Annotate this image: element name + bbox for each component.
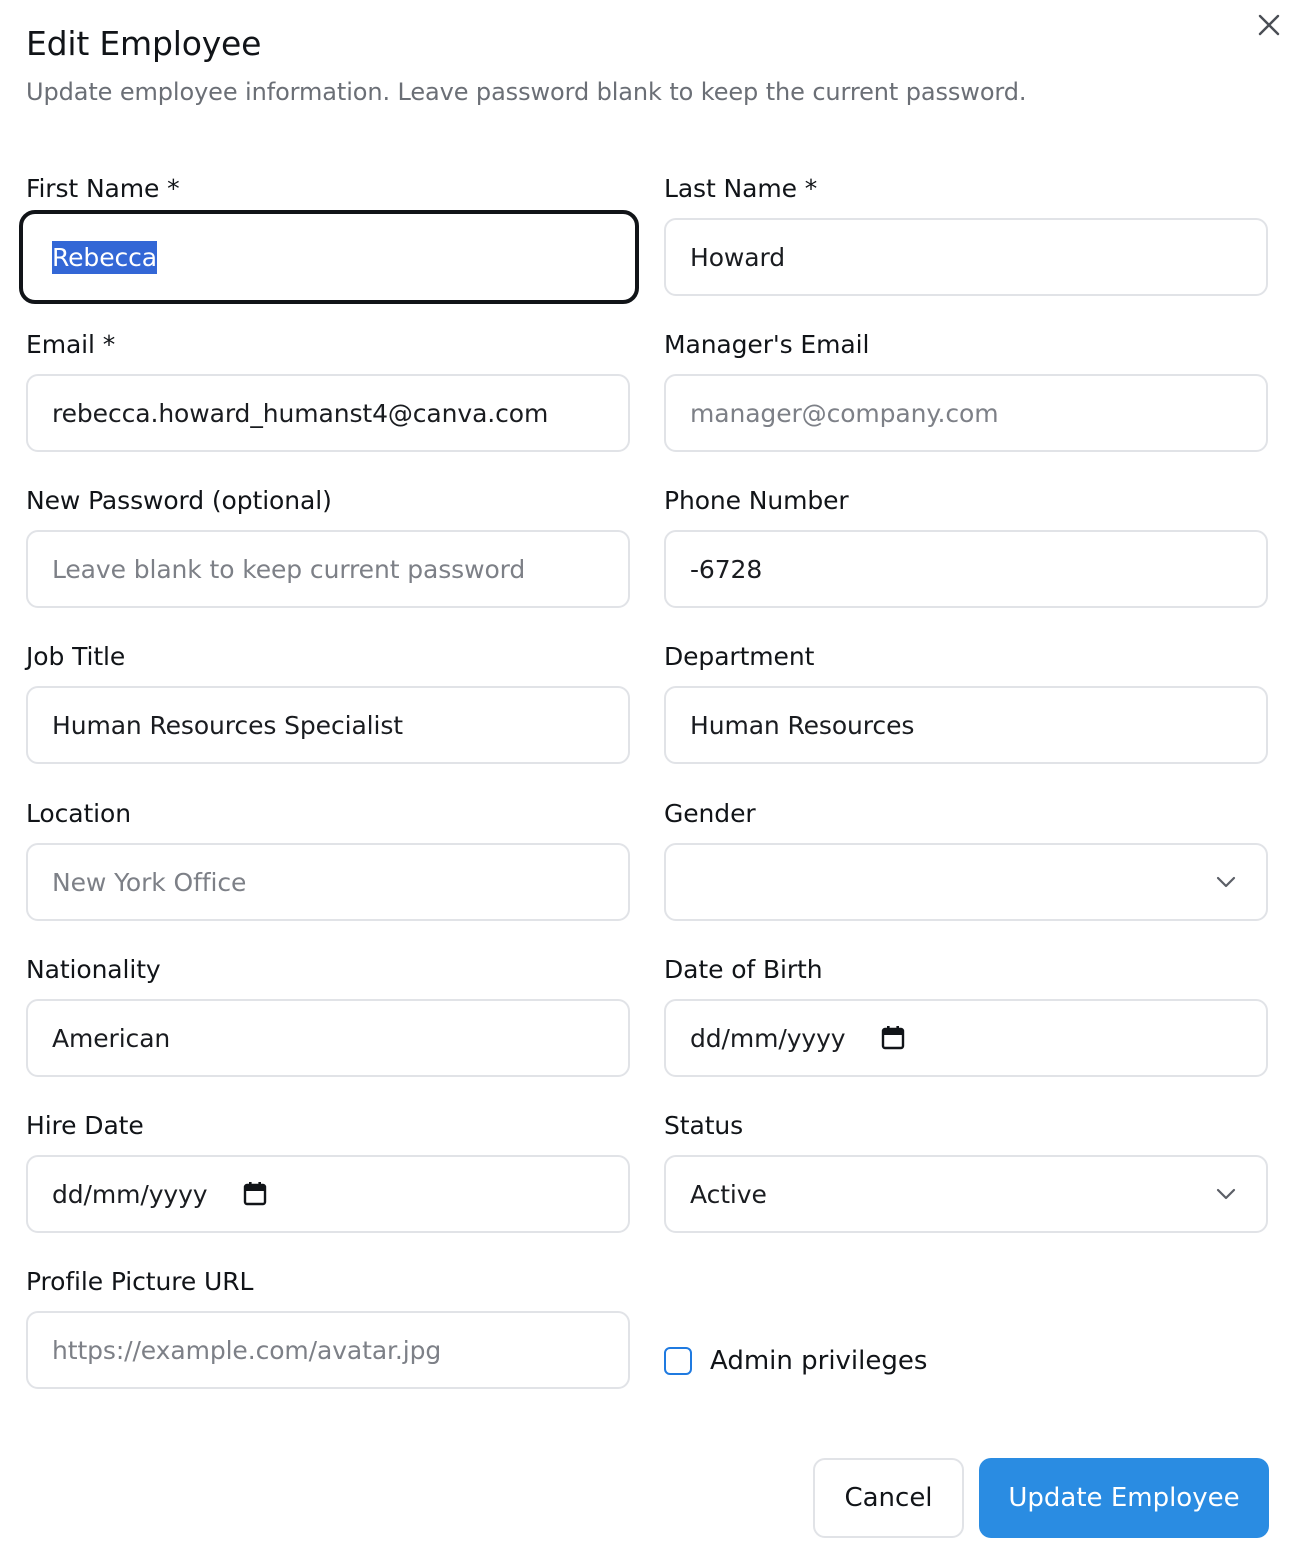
new-password-label: New Password (optional) xyxy=(26,486,332,515)
manager-email-input[interactable]: manager@company.com xyxy=(664,374,1268,452)
first-name-input[interactable]: Rebecca xyxy=(19,210,639,304)
job-title-input[interactable]: Human Resources Specialist xyxy=(26,686,630,764)
job-title-label: Job Title xyxy=(26,642,126,671)
calendar-icon[interactable] xyxy=(881,1025,905,1051)
first-name-field: First Name * Rebecca xyxy=(19,174,639,304)
phone-field: Phone Number -6728 xyxy=(664,486,1270,608)
manager-email-field: Manager's Email manager@company.com xyxy=(664,330,1270,452)
location-placeholder: New York Office xyxy=(52,867,247,897)
chevron-down-icon xyxy=(1216,1188,1236,1200)
last-name-value: Howard xyxy=(690,242,785,272)
close-icon xyxy=(1258,14,1280,36)
chevron-down-icon xyxy=(1216,876,1236,888)
location-label: Location xyxy=(26,799,131,828)
new-password-field: New Password (optional) Leave blank to k… xyxy=(26,486,632,608)
new-password-placeholder: Leave blank to keep current password xyxy=(52,554,526,584)
hire-date-field: Hire Date dd/mm/yyyy xyxy=(26,1111,632,1233)
email-input[interactable]: rebecca.howard_humanst4@canva.com xyxy=(26,374,630,452)
job-title-value: Human Resources Specialist xyxy=(52,710,403,740)
admin-privileges-option[interactable]: Admin privileges xyxy=(664,1346,927,1376)
hire-date-label: Hire Date xyxy=(26,1111,144,1140)
phone-label: Phone Number xyxy=(664,486,849,515)
department-value: Human Resources xyxy=(690,710,915,740)
status-label: Status xyxy=(664,1111,744,1140)
profile-picture-field: Profile Picture URL https://example.com/… xyxy=(26,1267,632,1389)
date-of-birth-field: Date of Birth dd/mm/yyyy xyxy=(664,955,1270,1077)
nationality-value: American xyxy=(52,1023,171,1053)
department-label: Department xyxy=(664,642,815,671)
admin-privileges-checkbox[interactable] xyxy=(664,1347,692,1375)
profile-picture-placeholder: https://example.com/avatar.jpg xyxy=(52,1335,442,1365)
profile-picture-label: Profile Picture URL xyxy=(26,1267,254,1296)
gender-label: Gender xyxy=(664,799,756,828)
first-name-label: First Name * xyxy=(26,174,180,203)
cancel-button[interactable]: Cancel xyxy=(813,1458,964,1538)
admin-privileges-label[interactable]: Admin privileges xyxy=(710,1346,927,1376)
first-name-value: Rebecca xyxy=(52,240,157,274)
dialog-description: Update employee information. Leave passw… xyxy=(26,78,1027,106)
department-input[interactable]: Human Resources xyxy=(664,686,1268,764)
email-label: Email * xyxy=(26,330,116,359)
manager-email-label: Manager's Email xyxy=(664,330,870,359)
calendar-icon[interactable] xyxy=(243,1181,267,1207)
department-field: Department Human Resources xyxy=(664,642,1270,764)
location-input[interactable]: New York Office xyxy=(26,843,630,921)
profile-picture-input[interactable]: https://example.com/avatar.jpg xyxy=(26,1311,630,1389)
last-name-label: Last Name * xyxy=(664,174,818,203)
email-field: Email * rebecca.howard_humanst4@canva.co… xyxy=(26,330,632,452)
edit-employee-dialog: Edit Employee Update employee informatio… xyxy=(0,0,1294,1564)
nationality-input[interactable]: American xyxy=(26,999,630,1077)
date-of-birth-input[interactable]: dd/mm/yyyy xyxy=(664,999,1268,1077)
phone-input[interactable]: -6728 xyxy=(664,530,1268,608)
gender-select[interactable] xyxy=(664,843,1268,921)
job-title-field: Job Title Human Resources Specialist xyxy=(26,642,632,764)
new-password-input[interactable]: Leave blank to keep current password xyxy=(26,530,630,608)
last-name-field: Last Name * Howard xyxy=(664,174,1270,296)
status-value: Active xyxy=(690,1179,767,1209)
phone-value: -6728 xyxy=(690,554,763,584)
close-button[interactable] xyxy=(1252,8,1286,42)
nationality-label: Nationality xyxy=(26,955,161,984)
status-field: Status Active xyxy=(664,1111,1270,1233)
nationality-field: Nationality American xyxy=(26,955,632,1077)
hire-date-input[interactable]: dd/mm/yyyy xyxy=(26,1155,630,1233)
email-value: rebecca.howard_humanst4@canva.com xyxy=(52,398,549,428)
dialog-title: Edit Employee xyxy=(26,24,262,63)
last-name-input[interactable]: Howard xyxy=(664,218,1268,296)
update-employee-button[interactable]: Update Employee xyxy=(979,1458,1269,1538)
status-select[interactable]: Active xyxy=(664,1155,1268,1233)
manager-email-placeholder: manager@company.com xyxy=(690,398,999,428)
gender-field: Gender xyxy=(664,799,1270,921)
location-field: Location New York Office xyxy=(26,799,632,921)
date-of-birth-label: Date of Birth xyxy=(664,955,823,984)
hire-date-placeholder: dd/mm/yyyy xyxy=(52,1179,208,1209)
date-of-birth-placeholder: dd/mm/yyyy xyxy=(690,1023,846,1053)
